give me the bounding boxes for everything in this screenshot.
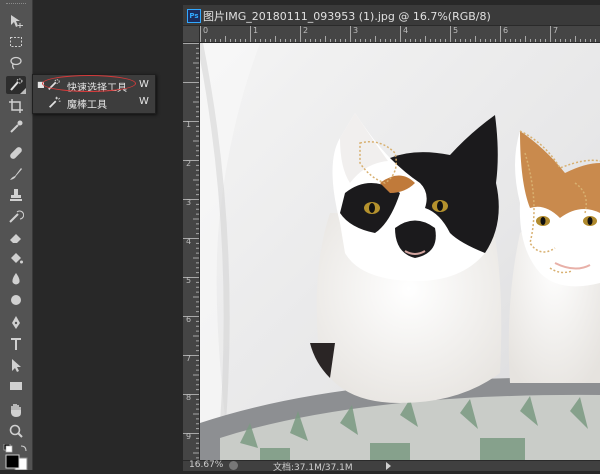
image-canvas[interactable]: [200, 43, 600, 460]
brush-tool-icon[interactable]: [6, 165, 26, 183]
tools-panel: [0, 0, 33, 471]
ruler-label: 1: [186, 120, 192, 129]
horizontal-ruler[interactable]: 0 1 2 3 4 5 6 7: [200, 26, 600, 43]
clone-stamp-tool-icon[interactable]: [6, 186, 26, 204]
ruler-label: 8: [186, 393, 192, 402]
lasso-tool-icon[interactable]: [6, 54, 26, 72]
type-tool-icon[interactable]: [6, 335, 26, 353]
ruler-label: 2: [303, 26, 309, 35]
flyout-item-label: 魔棒工具: [67, 100, 107, 111]
ruler-label: 3: [353, 26, 359, 35]
blur-tool-icon[interactable]: [6, 270, 26, 288]
flyout-item-quick-selection[interactable]: ■ 快速选择工具 W: [33, 77, 155, 94]
ruler-label: 0: [203, 26, 209, 35]
ruler-label: 1: [253, 26, 259, 35]
flyout-item-label: 快速选择工具: [67, 83, 127, 94]
ruler-label: 7: [553, 26, 559, 35]
shortcut-key: W: [139, 96, 149, 107]
crop-tool-icon[interactable]: [6, 97, 26, 115]
active-bullet-icon: ■: [37, 80, 45, 89]
cat-photo: [200, 43, 600, 460]
document-size: 文档:37.1M/37.1M: [273, 463, 353, 473]
ruler-label: 6: [186, 315, 192, 324]
ruler-label: 4: [186, 237, 192, 246]
paint-bucket-tool-icon[interactable]: [6, 249, 26, 267]
photoshop-icon: Ps: [187, 9, 201, 23]
ruler-label: 2: [186, 159, 192, 168]
magic-wand-icon: [49, 96, 61, 108]
document-window: Ps 图片IMG_20180111_093953 (1).jpg @ 16.7%…: [183, 5, 600, 473]
zoom-level[interactable]: 16.67%: [189, 460, 223, 470]
ruler-label: 3: [186, 198, 192, 207]
eyedropper-tool-icon[interactable]: [6, 118, 26, 136]
move-tool-icon[interactable]: [6, 12, 26, 30]
ruler-label: 5: [186, 276, 192, 285]
path-selection-tool-icon[interactable]: [6, 356, 26, 374]
flyout-item-magic-wand[interactable]: 魔棒工具 W: [33, 94, 155, 111]
ruler-ticks: [200, 26, 596, 42]
hand-tool-icon[interactable]: [6, 401, 26, 419]
color-swatches[interactable]: [3, 443, 29, 471]
document-tab[interactable]: Ps 图片IMG_20180111_093953 (1).jpg @ 16.7%…: [183, 5, 600, 26]
ruler-origin[interactable]: [183, 26, 200, 43]
marquee-tool-icon[interactable]: [6, 33, 26, 51]
dodge-tool-icon[interactable]: [6, 291, 26, 309]
zoom-tool-icon[interactable]: [6, 422, 26, 440]
healing-brush-tool-icon[interactable]: [6, 144, 26, 162]
pen-tool-icon[interactable]: [6, 314, 26, 332]
quick-selection-icon: [48, 79, 60, 90]
document-title: 图片IMG_20180111_093953 (1).jpg @ 16.7%(RG…: [203, 10, 491, 23]
ruler-label: 6: [503, 26, 509, 35]
panel-grip[interactable]: [6, 3, 26, 7]
vertical-ruler[interactable]: 1 2 3 4 5 6 7 8 9: [183, 43, 200, 460]
ruler-label: 5: [453, 26, 459, 35]
history-brush-tool-icon[interactable]: [6, 207, 26, 225]
tool-flyout-menu: ■ 快速选择工具 W 魔棒工具 W: [32, 74, 156, 114]
quick-selection-tool-icon[interactable]: [6, 76, 26, 94]
rectangle-tool-icon[interactable]: [6, 377, 26, 395]
info-icon[interactable]: [229, 461, 238, 470]
ruler-label: 9: [186, 432, 192, 441]
eraser-tool-icon[interactable]: [6, 228, 26, 246]
ruler-label: 4: [403, 26, 409, 35]
shortcut-key: W: [139, 79, 149, 90]
status-bar: 16.67% 文档:37.1M/37.1M: [183, 460, 600, 473]
status-menu-arrow-icon[interactable]: [386, 462, 391, 470]
ruler-label: 7: [186, 354, 192, 363]
